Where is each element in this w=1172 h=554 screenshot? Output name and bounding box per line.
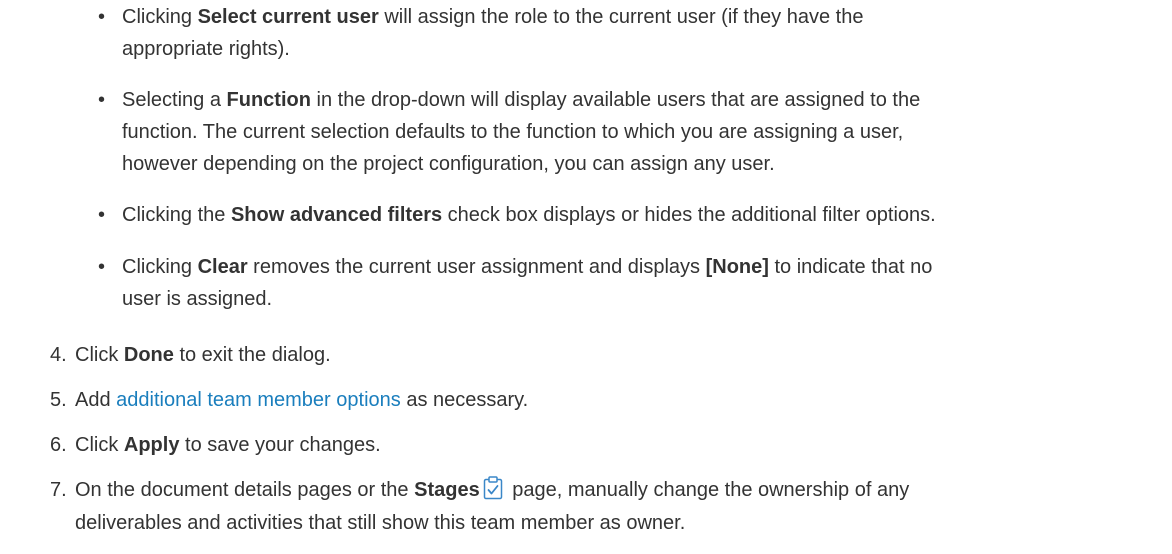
- bullet-dot: •: [98, 89, 106, 111]
- step-number: 4.: [50, 344, 67, 366]
- bullet-line: user is assigned.: [122, 288, 273, 310]
- step-number: 7.: [50, 479, 67, 501]
- bullet-line: Clicking Clear removes the current user …: [122, 256, 933, 278]
- list-item: • Clicking Clear removes the current use…: [0, 251, 952, 315]
- step-7-continuation: deliverables and activities that still s…: [75, 512, 686, 534]
- step-number: 6.: [50, 434, 67, 456]
- bullet-dot: •: [98, 204, 106, 226]
- ui-term: Stages: [414, 479, 480, 501]
- ui-term: Select current user: [197, 6, 379, 28]
- step-4: 4. Click Done to exit the dialog.: [50, 339, 1152, 371]
- step-6: 6. Click Apply to save your changes.: [50, 429, 1152, 461]
- list-item: • Clicking Select current user will assi…: [0, 1, 883, 65]
- step-number: 5.: [50, 389, 67, 411]
- ui-term: Apply: [123, 434, 180, 456]
- bullet-line: Clicking the Show advanced filters check…: [122, 204, 936, 226]
- ui-term: [None]: [705, 256, 769, 278]
- bullet-line: Clicking Select current user will assign…: [122, 6, 864, 28]
- bullet-line: however depending on the project configu…: [122, 153, 775, 175]
- step-5: 5. Add additional team member options as …: [50, 384, 1152, 416]
- step-7: 7. On the document details pages or the S…: [50, 474, 1152, 506]
- ui-term: Clear: [197, 256, 248, 278]
- ui-term: Function: [226, 89, 311, 111]
- additional-team-member-options-link[interactable]: additional team member options: [116, 389, 401, 411]
- clipboard-check-icon: [483, 476, 503, 500]
- bullet-dot: •: [98, 256, 106, 278]
- ui-term: Done: [123, 344, 174, 366]
- bullet-line: function. The current selection defaults…: [122, 121, 904, 143]
- bullet-dot: •: [98, 6, 106, 28]
- list-item: • Clicking the Show advanced filters che…: [0, 199, 956, 231]
- ui-term: Show advanced filters: [230, 204, 443, 226]
- bullet-line: Selecting a Function in the drop-down wi…: [122, 89, 921, 111]
- bullet-line: appropriate rights).: [122, 38, 290, 60]
- list-item: • Selecting a Function in the drop-down …: [0, 84, 940, 180]
